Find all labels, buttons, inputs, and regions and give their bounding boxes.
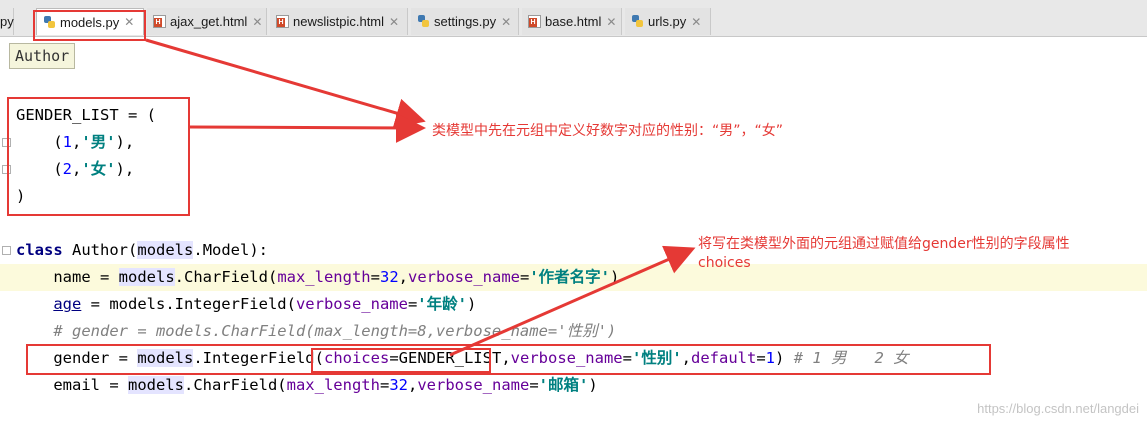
annotation-note: choices	[698, 255, 751, 271]
arrow-tuple-to-note	[189, 112, 426, 143]
annotation-note: 类模型中先在元组中定义好数字对应的性别：“男”，“女”	[432, 123, 784, 139]
watermark: https://blog.csdn.net/langdei	[977, 401, 1139, 416]
annotation-arrows	[145, 38, 696, 357]
arrow-tab-to-note	[145, 38, 426, 128]
arrow-choices-to-note	[449, 245, 696, 357]
annotation-note: 将写在类模型外面的元组通过赋值给gender性别的字段属性	[698, 236, 1070, 252]
